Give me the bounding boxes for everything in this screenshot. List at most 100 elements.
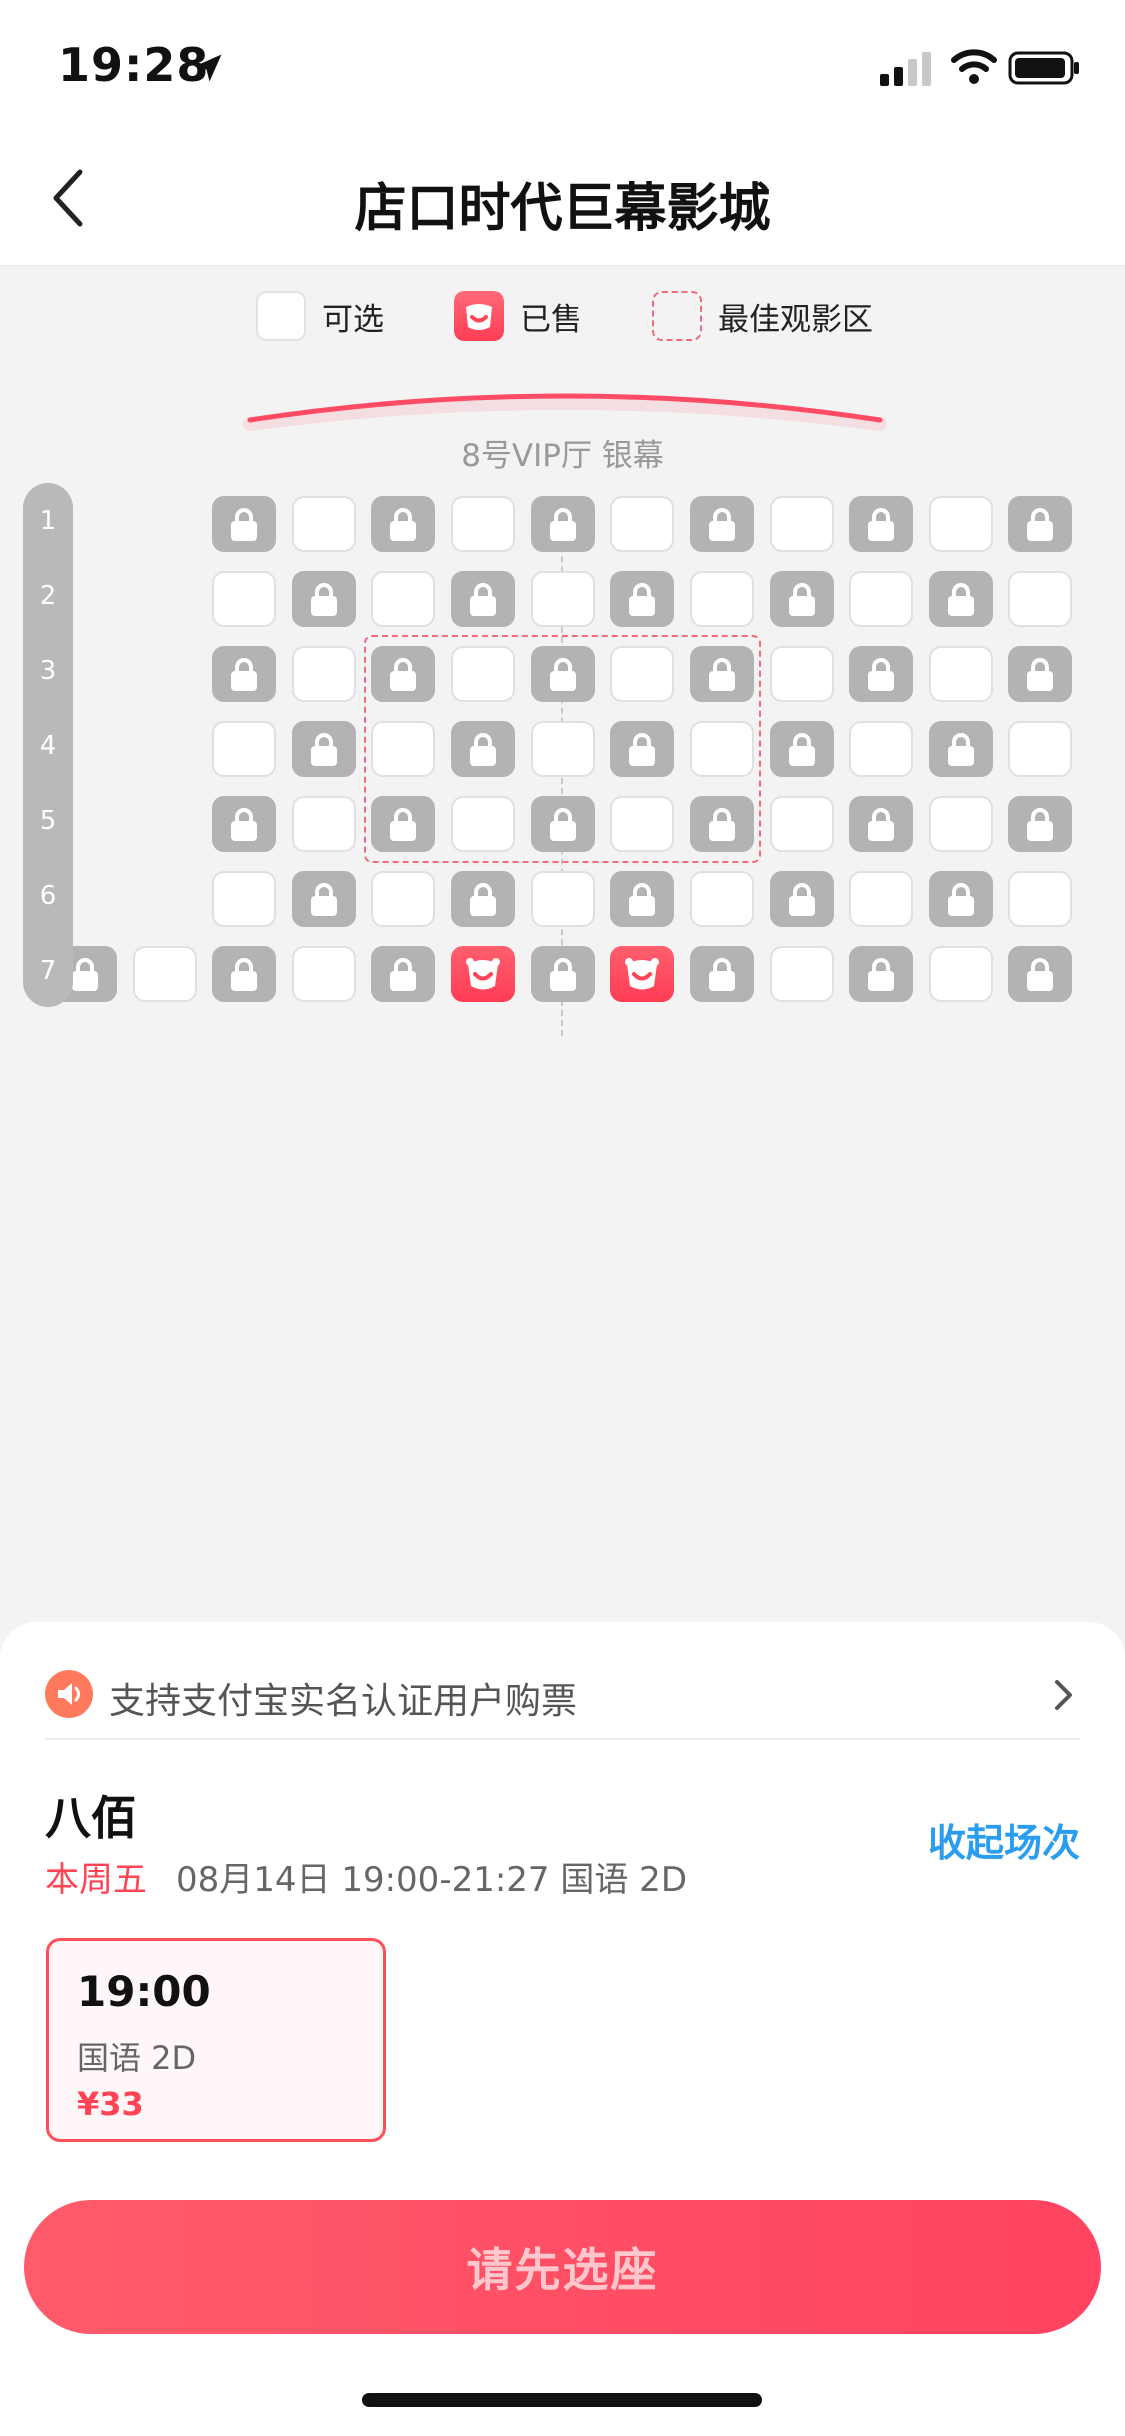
page-title: 店口时代巨幕影城 (354, 179, 771, 239)
seat-available[interactable] (212, 721, 276, 777)
seat-available[interactable] (770, 496, 834, 552)
seat-available[interactable] (531, 571, 595, 627)
seat-locked (770, 871, 834, 927)
seat-available[interactable] (451, 496, 515, 552)
seat-locked (292, 571, 356, 627)
seat-available[interactable] (929, 496, 993, 552)
legend-available-label: 可选 (322, 301, 384, 338)
status-time: 19:28 (58, 38, 210, 92)
seat-available[interactable] (610, 796, 674, 852)
seat-available[interactable] (451, 646, 515, 702)
seat-locked (212, 946, 276, 1002)
seat-available[interactable] (1008, 721, 1072, 777)
seat-available[interactable] (531, 721, 595, 777)
seat-available[interactable] (371, 871, 435, 927)
show-day: 本周五 (45, 1860, 147, 1900)
seat-available[interactable] (929, 646, 993, 702)
seat-locked (849, 946, 913, 1002)
wifi-icon (951, 49, 997, 84)
home-indicator (362, 2393, 762, 2407)
session-time: 19:00 (77, 1967, 211, 2016)
seat-locked (849, 646, 913, 702)
seat-locked (929, 721, 993, 777)
seat-sold (610, 946, 674, 1002)
seat-available[interactable] (292, 496, 356, 552)
legend-sold: 已售 (454, 288, 582, 344)
row-number-rail: 1 2 3 4 5 6 7 (23, 483, 73, 1007)
legend-best-area: 最佳观影区 (652, 288, 873, 344)
row-number: 7 (39, 956, 57, 986)
seat-available[interactable] (292, 646, 356, 702)
seat-available[interactable] (849, 571, 913, 627)
seat-locked (451, 571, 515, 627)
seat-available[interactable] (929, 796, 993, 852)
available-seat-swatch (256, 291, 306, 341)
seat-available[interactable] (1008, 571, 1072, 627)
seat-locked (531, 946, 595, 1002)
seat-available[interactable] (292, 796, 356, 852)
seat-sold (451, 946, 515, 1002)
seat-available[interactable] (133, 946, 197, 1002)
seat-available[interactable] (1008, 871, 1072, 927)
notice-bar[interactable]: 支持支付宝实名认证用户购票 (45, 1656, 1085, 1736)
seat-locked (610, 721, 674, 777)
seat-locked (292, 721, 356, 777)
select-seat-label: 请先选座 (466, 2243, 659, 2297)
seat-locked (849, 496, 913, 552)
session-language: 国语 2D (77, 2039, 197, 2077)
session-price: ¥33 (77, 2085, 144, 2123)
seat-available[interactable] (292, 946, 356, 1002)
seat-available[interactable] (849, 721, 913, 777)
cellular-signal-icon (880, 52, 931, 86)
best-area-swatch (652, 291, 702, 341)
seat-locked (371, 496, 435, 552)
legend-best-label: 最佳观影区 (718, 301, 873, 338)
seat-locked (849, 796, 913, 852)
status-bar: 19:28 (0, 0, 1125, 132)
notice-text: 支持支付宝实名认证用户购票 (109, 1681, 578, 1722)
seat-locked (770, 571, 834, 627)
seat-available[interactable] (212, 871, 276, 927)
seat-available[interactable] (610, 646, 674, 702)
seat-locked (451, 871, 515, 927)
seat-locked (1008, 796, 1072, 852)
seat-available[interactable] (690, 571, 754, 627)
seat-available[interactable] (531, 871, 595, 927)
seat-available[interactable] (849, 871, 913, 927)
seat-available[interactable] (610, 496, 674, 552)
row-number: 4 (39, 731, 57, 761)
seat-locked (451, 721, 515, 777)
row-number: 5 (39, 806, 57, 836)
row-number: 2 (39, 581, 57, 611)
screen-label: 8号VIP厅 银幕 (461, 438, 664, 474)
chevron-right-icon (1055, 1680, 1072, 1710)
seat-available[interactable] (451, 796, 515, 852)
show-detail: 08月14日 19:00-21:27 国语 2D (176, 1860, 687, 1900)
seat-available[interactable] (690, 871, 754, 927)
seat-available[interactable] (371, 571, 435, 627)
seat-available[interactable] (929, 946, 993, 1002)
seat-locked (1008, 496, 1072, 552)
row-number: 3 (39, 656, 57, 686)
divider (45, 1738, 1080, 1740)
seat-locked (1008, 946, 1072, 1002)
row-number: 1 (39, 506, 57, 536)
seat-locked (770, 721, 834, 777)
seat-available[interactable] (212, 571, 276, 627)
seat-available[interactable] (690, 721, 754, 777)
seat-locked (371, 646, 435, 702)
movie-title: 八佰 (45, 1791, 137, 1845)
seat-available[interactable] (371, 721, 435, 777)
seat-legend: 可选 已售 最佳观影区 (0, 288, 1125, 344)
seat-locked (531, 646, 595, 702)
session-card[interactable]: 19:00 国语 2D ¥33 (46, 1938, 386, 2142)
nav-bar: 店口时代巨幕影城 (0, 132, 1125, 266)
seat-available[interactable] (770, 946, 834, 1002)
seat-locked (690, 946, 754, 1002)
seat-available[interactable] (770, 646, 834, 702)
collapse-sessions-button[interactable]: 收起场次 (928, 1812, 1080, 1867)
select-seat-button[interactable]: 请先选座 (24, 2200, 1101, 2334)
seat-locked (212, 646, 276, 702)
seat-available[interactable] (770, 796, 834, 852)
seat-locked (690, 646, 754, 702)
